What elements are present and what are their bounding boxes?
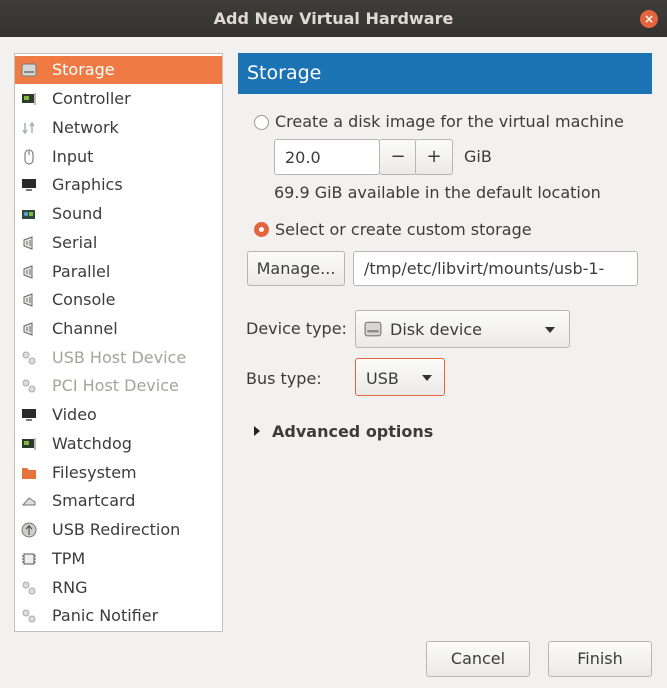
advanced-options-expander[interactable]: Advanced options <box>252 420 452 444</box>
storage-path-input[interactable]: /tmp/etc/libvirt/mounts/usb-1- <box>353 251 638 286</box>
smartcard-icon <box>21 497 36 506</box>
increase-size-button[interactable]: + <box>415 139 453 175</box>
sidebar-item-label: PCI Host Device <box>52 376 179 395</box>
device-icon <box>22 581 36 595</box>
window-title: Add New Virtual Hardware <box>213 9 454 28</box>
create-disk-radio[interactable] <box>254 115 269 130</box>
sidebar-item-storage[interactable]: Storage <box>15 56 222 84</box>
bus-type-value: USB <box>366 369 399 388</box>
sidebar-item-label: USB Redirection <box>52 520 181 539</box>
port-icon <box>23 236 33 250</box>
device-type-dropdown[interactable]: Disk device <box>355 310 570 348</box>
sidebar-item-label: Smartcard <box>52 491 136 510</box>
available-space-text: 69.9 GiB available in the default locati… <box>274 183 601 202</box>
disk-icon <box>364 321 382 337</box>
finish-button[interactable]: Finish <box>548 641 652 677</box>
sidebar-item-label: Console <box>52 290 116 309</box>
sidebar-item-label: Panic Notifier <box>52 606 159 625</box>
sidebar-item-label: USB Host Device <box>52 348 187 367</box>
sidebar-item-label: TPM <box>52 549 86 568</box>
network-icon <box>22 121 35 135</box>
sidebar-item-label: Parallel <box>52 262 111 281</box>
sidebar-item-label: Graphics <box>52 175 123 194</box>
port-icon <box>23 265 33 279</box>
page-title: Storage <box>247 62 322 84</box>
close-icon: × <box>643 12 655 26</box>
sidebar-item-filesystem[interactable]: Filesystem <box>15 459 222 487</box>
sidebar-item-label: Serial <box>52 233 98 252</box>
sidebar-item-label: Storage <box>52 60 115 79</box>
sidebar-item-pci-host-device[interactable]: PCI Host Device <box>15 372 222 400</box>
port-icon <box>23 293 33 307</box>
storage-path-value: /tmp/etc/libvirt/mounts/usb-1- <box>364 259 605 278</box>
sidebar-item-panic-notifier[interactable]: Panic Notifier <box>15 602 222 630</box>
sidebar-item-label: RNG <box>52 578 88 597</box>
custom-storage-label: Select or create custom storage <box>275 220 532 239</box>
disk-size-input[interactable]: 20.0 <box>274 139 380 175</box>
page-title-banner: Storage <box>238 53 652 94</box>
sidebar-item-label: Filesystem <box>52 463 137 482</box>
sidebar-item-label: Channel <box>52 319 118 338</box>
monitor-icon <box>22 409 36 421</box>
close-button[interactable]: × <box>640 10 658 28</box>
decrease-size-button[interactable]: − <box>379 139 417 175</box>
chip-icon <box>22 438 36 450</box>
sidebar-item-label: Sound <box>52 204 103 223</box>
usb-icon <box>21 522 37 538</box>
sidebar-item-serial[interactable]: Serial <box>15 229 222 257</box>
chevron-down-icon <box>545 327 555 333</box>
bus-type-label: Bus type: <box>246 369 322 388</box>
size-unit: GiB <box>464 147 492 166</box>
folder-icon <box>22 468 36 479</box>
sidebar-item-network[interactable]: Network <box>15 114 222 142</box>
manage-button-label: Manage... <box>256 259 336 278</box>
device-icon <box>22 379 36 393</box>
chevron-down-icon <box>422 375 432 381</box>
sidebar-item-input[interactable]: Input <box>15 143 222 171</box>
manage-button[interactable]: Manage... <box>247 251 345 286</box>
sidebar-item-label: Network <box>52 118 119 137</box>
advanced-options-label: Advanced options <box>272 422 434 441</box>
device-type-label: Device type: <box>246 319 347 338</box>
sidebar-item-graphics[interactable]: Graphics <box>15 171 222 199</box>
sidebar-item-rng[interactable]: RNG <box>15 574 222 602</box>
sidebar-item-tpm[interactable]: TPM <box>15 545 222 573</box>
custom-storage-radio[interactable] <box>254 222 269 237</box>
sidebar-item-label: Watchdog <box>52 434 132 453</box>
disk-icon <box>21 63 37 77</box>
sidebar-item-video[interactable]: Video <box>15 401 222 429</box>
port-icon <box>23 322 33 336</box>
device-type-value: Disk device <box>390 320 483 339</box>
mouse-icon <box>24 149 34 165</box>
cancel-button[interactable]: Cancel <box>426 641 530 677</box>
disk-size-value: 20.0 <box>285 148 321 167</box>
title-bar: Add New Virtual Hardware × <box>0 0 667 37</box>
tpm-chip-icon <box>22 553 36 565</box>
sidebar-item-console[interactable]: Console <box>15 286 222 314</box>
sidebar-item-channel[interactable]: Channel <box>15 315 222 343</box>
sidebar-item-watchdog[interactable]: Watchdog <box>15 430 222 458</box>
sidebar-item-label: Controller <box>52 89 131 108</box>
cancel-button-label: Cancel <box>450 649 506 668</box>
minus-icon: − <box>390 146 406 167</box>
sidebar-item-label: Video <box>52 405 97 424</box>
device-icon <box>22 351 36 365</box>
create-disk-label: Create a disk image for the virtual mach… <box>275 112 624 131</box>
device-icon <box>22 609 36 623</box>
plus-icon: + <box>426 146 442 167</box>
sidebar-item-usb-host-device[interactable]: USB Host Device <box>15 344 222 372</box>
hardware-type-list: Storage Controller Network Input Graphic… <box>14 53 223 632</box>
monitor-icon <box>22 179 36 191</box>
chip-icon <box>22 93 36 105</box>
finish-button-label: Finish <box>577 649 623 668</box>
bus-type-dropdown[interactable]: USB <box>355 358 445 396</box>
sidebar-item-label: Input <box>52 147 94 166</box>
sidebar-item-smartcard[interactable]: Smartcard <box>15 487 222 515</box>
sidebar-item-usb-redirection[interactable]: USB Redirection <box>15 516 222 544</box>
sidebar-item-sound[interactable]: Sound <box>15 200 222 228</box>
sound-card-icon <box>22 210 35 219</box>
chevron-right-icon <box>254 426 260 436</box>
sidebar-item-parallel[interactable]: Parallel <box>15 258 222 286</box>
sidebar-item-controller[interactable]: Controller <box>15 85 222 113</box>
